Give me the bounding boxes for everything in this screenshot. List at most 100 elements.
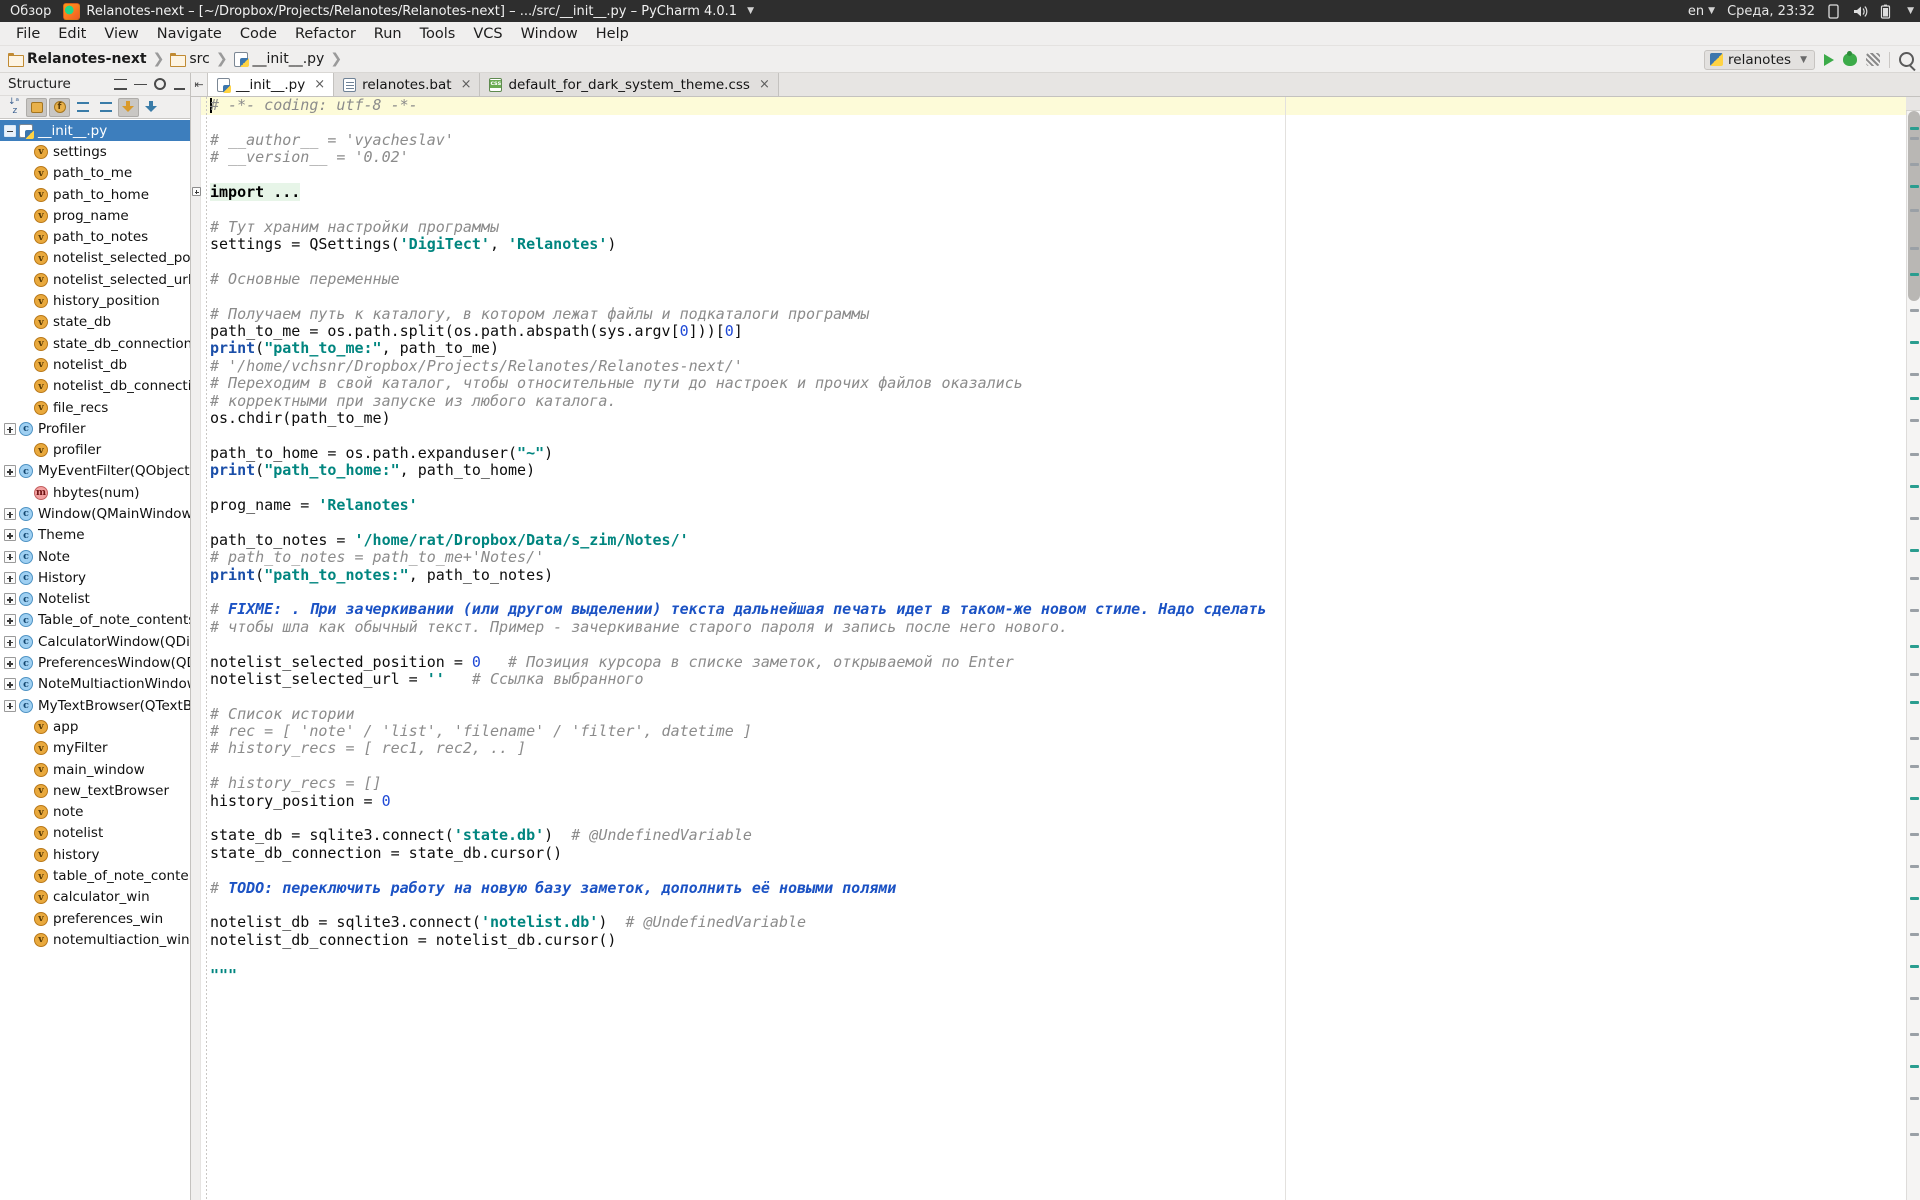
stripe-marker[interactable] — [1910, 609, 1919, 612]
stripe-marker[interactable] — [1910, 577, 1919, 580]
volume-icon[interactable] — [1852, 4, 1868, 19]
expand-icon[interactable] — [4, 507, 16, 520]
stripe-marker[interactable] — [1910, 549, 1919, 552]
stripe-marker[interactable] — [1910, 701, 1919, 704]
stripe-marker[interactable] — [1910, 163, 1919, 166]
expand-icon[interactable] — [4, 422, 16, 435]
menu-window[interactable]: Window — [512, 24, 587, 44]
expand-icon[interactable] — [4, 593, 16, 606]
stripe-marker[interactable] — [1910, 185, 1919, 188]
window-menu-chevron-down-icon[interactable]: ▼ — [747, 6, 754, 16]
structure-item-calculatorwindow-qdialog-[interactable]: c CalculatorWindow(QDialog) — [0, 631, 190, 652]
structure-item-notelist[interactable]: v notelist — [0, 823, 190, 844]
stripe-marker[interactable] — [1910, 737, 1919, 740]
battery-icon[interactable] — [1880, 4, 1891, 19]
menu-run[interactable]: Run — [365, 24, 411, 44]
stripe-marker[interactable] — [1910, 673, 1919, 676]
keyboard-layout-indicator[interactable]: en ▼ — [1688, 4, 1715, 19]
breadcrumb-project[interactable]: Relanotes-next — [8, 51, 147, 67]
expand-icon[interactable] — [4, 699, 16, 712]
expand-icon[interactable] — [4, 465, 16, 478]
clock[interactable]: Среда, 23:32 — [1727, 4, 1815, 19]
stripe-marker[interactable] — [1910, 397, 1919, 400]
hide-icon[interactable] — [173, 78, 186, 91]
structure-item-myfilter[interactable]: v myFilter — [0, 738, 190, 759]
stripe-marker[interactable] — [1910, 1097, 1919, 1100]
structure-item-mytextbrowser-qtextbrowser-[interactable]: c MyTextBrowser(QTextBrowser) — [0, 695, 190, 716]
tab-init-py[interactable]: __init__.py × — [208, 73, 335, 96]
device-icon[interactable] — [1827, 3, 1840, 19]
structure-item-preferenceswindow-qdialog-[interactable]: c PreferencesWindow(QDialog) — [0, 652, 190, 673]
stripe-marker[interactable] — [1910, 1065, 1919, 1068]
menu-refactor[interactable]: Refactor — [286, 24, 365, 44]
stripe-marker[interactable] — [1910, 247, 1919, 250]
structure-item-notelist[interactable]: c Notelist — [0, 589, 190, 610]
expand-icon[interactable] — [4, 614, 16, 627]
menu-help[interactable]: Help — [587, 24, 638, 44]
stripe-marker[interactable] — [1910, 127, 1919, 130]
structure-item-profiler[interactable]: c Profiler — [0, 418, 190, 439]
structure-item-file_recs[interactable]: v file_recs — [0, 397, 190, 418]
activities-overview-button[interactable]: Обзор — [0, 4, 63, 19]
structure-item-state_db[interactable]: v state_db — [0, 312, 190, 333]
stripe-marker[interactable] — [1910, 645, 1919, 648]
structure-tree[interactable]: __init__.py v settings v path_to_me v path_to_… — [0, 119, 190, 1200]
show-fields-icon[interactable] — [26, 97, 47, 117]
stripe-marker[interactable] — [1910, 797, 1919, 800]
structure-item-history[interactable]: c History — [0, 567, 190, 588]
run-button[interactable] — [1824, 53, 1834, 66]
stripe-marker[interactable] — [1910, 485, 1919, 488]
breadcrumb-file[interactable]: __init__.py — [233, 51, 324, 67]
debug-button[interactable] — [1843, 51, 1857, 66]
structure-item-notelist_db_connection[interactable]: v notelist_db_connection — [0, 376, 190, 397]
folded-import-region[interactable]: import ... — [210, 182, 301, 201]
structure-item-state_db_connection[interactable]: v state_db_connection — [0, 333, 190, 354]
structure-item-theme[interactable]: c Theme — [0, 525, 190, 546]
show-properties-icon[interactable] — [72, 98, 93, 117]
menu-view[interactable]: View — [95, 24, 147, 44]
structure-item-settings[interactable]: v settings — [0, 141, 190, 162]
structure-item-hbytes-num-[interactable]: m hbytes(num) — [0, 482, 190, 503]
run-configuration-selector[interactable]: relanotes ▼ — [1704, 49, 1815, 70]
structure-item-calculator_win[interactable]: v calculator_win — [0, 887, 190, 908]
run-with-coverage-button[interactable] — [1866, 53, 1880, 66]
group-methods-icon[interactable] — [95, 98, 116, 117]
structure-item-note[interactable]: c Note — [0, 546, 190, 567]
structure-item-table_of_note_contents[interactable]: c Table_of_note_contents — [0, 610, 190, 631]
close-icon[interactable]: × — [461, 77, 472, 92]
structure-item-path_to_notes[interactable]: v path_to_notes — [0, 226, 190, 247]
stripe-marker[interactable] — [1910, 865, 1919, 868]
stripe-marker[interactable] — [1910, 1133, 1919, 1136]
menu-code[interactable]: Code — [231, 24, 286, 44]
collapse-icon[interactable] — [4, 124, 16, 137]
stripe-marker[interactable] — [1910, 897, 1919, 900]
structure-item-path_to_me[interactable]: v path_to_me — [0, 163, 190, 184]
tab-default-for-dark-system-theme-css[interactable]: default_for_dark_system_theme.css × — [480, 73, 779, 96]
stripe-marker[interactable] — [1910, 209, 1919, 212]
fold-expand-icon[interactable] — [192, 187, 201, 196]
menu-navigate[interactable]: Navigate — [148, 24, 231, 44]
error-stripe-marker-panel[interactable] — [1906, 97, 1920, 1200]
expand-icon[interactable] — [4, 678, 16, 691]
structure-item-window-qmainwindow-[interactable]: c Window(QMainWindow) — [0, 503, 190, 524]
stripe-marker[interactable] — [1910, 833, 1919, 836]
stripe-marker[interactable] — [1910, 517, 1919, 520]
tray-chevron-down-icon[interactable]: ▼ — [1907, 6, 1914, 16]
breadcrumb-src[interactable]: src — [170, 51, 210, 67]
stripe-marker[interactable] — [1910, 373, 1919, 376]
expand-icon[interactable] — [4, 657, 16, 670]
autoscroll-from-source-icon[interactable] — [141, 98, 162, 117]
expand-icon[interactable] — [4, 529, 16, 542]
structure-item-notelist_db[interactable]: v notelist_db — [0, 354, 190, 375]
menu-tools[interactable]: Tools — [411, 24, 465, 44]
structure-item-table_of_note_contents[interactable]: v table_of_note_contents — [0, 865, 190, 886]
stripe-marker[interactable] — [1910, 453, 1919, 456]
structure-item-myeventfilter-qobject-[interactable]: c MyEventFilter(QObject) — [0, 461, 190, 482]
expand-all-icon[interactable] — [134, 78, 147, 91]
show-functions-icon[interactable]: f — [49, 97, 70, 117]
structure-item-notelist_selected_position[interactable]: v notelist_selected_position — [0, 248, 190, 269]
structure-item-new_textbrowser[interactable]: v new_textBrowser — [0, 780, 190, 801]
structure-item-history[interactable]: v history — [0, 844, 190, 865]
collapse-all-icon[interactable] — [114, 78, 127, 91]
tab-relanotes-bat[interactable]: relanotes.bat × — [334, 73, 481, 96]
